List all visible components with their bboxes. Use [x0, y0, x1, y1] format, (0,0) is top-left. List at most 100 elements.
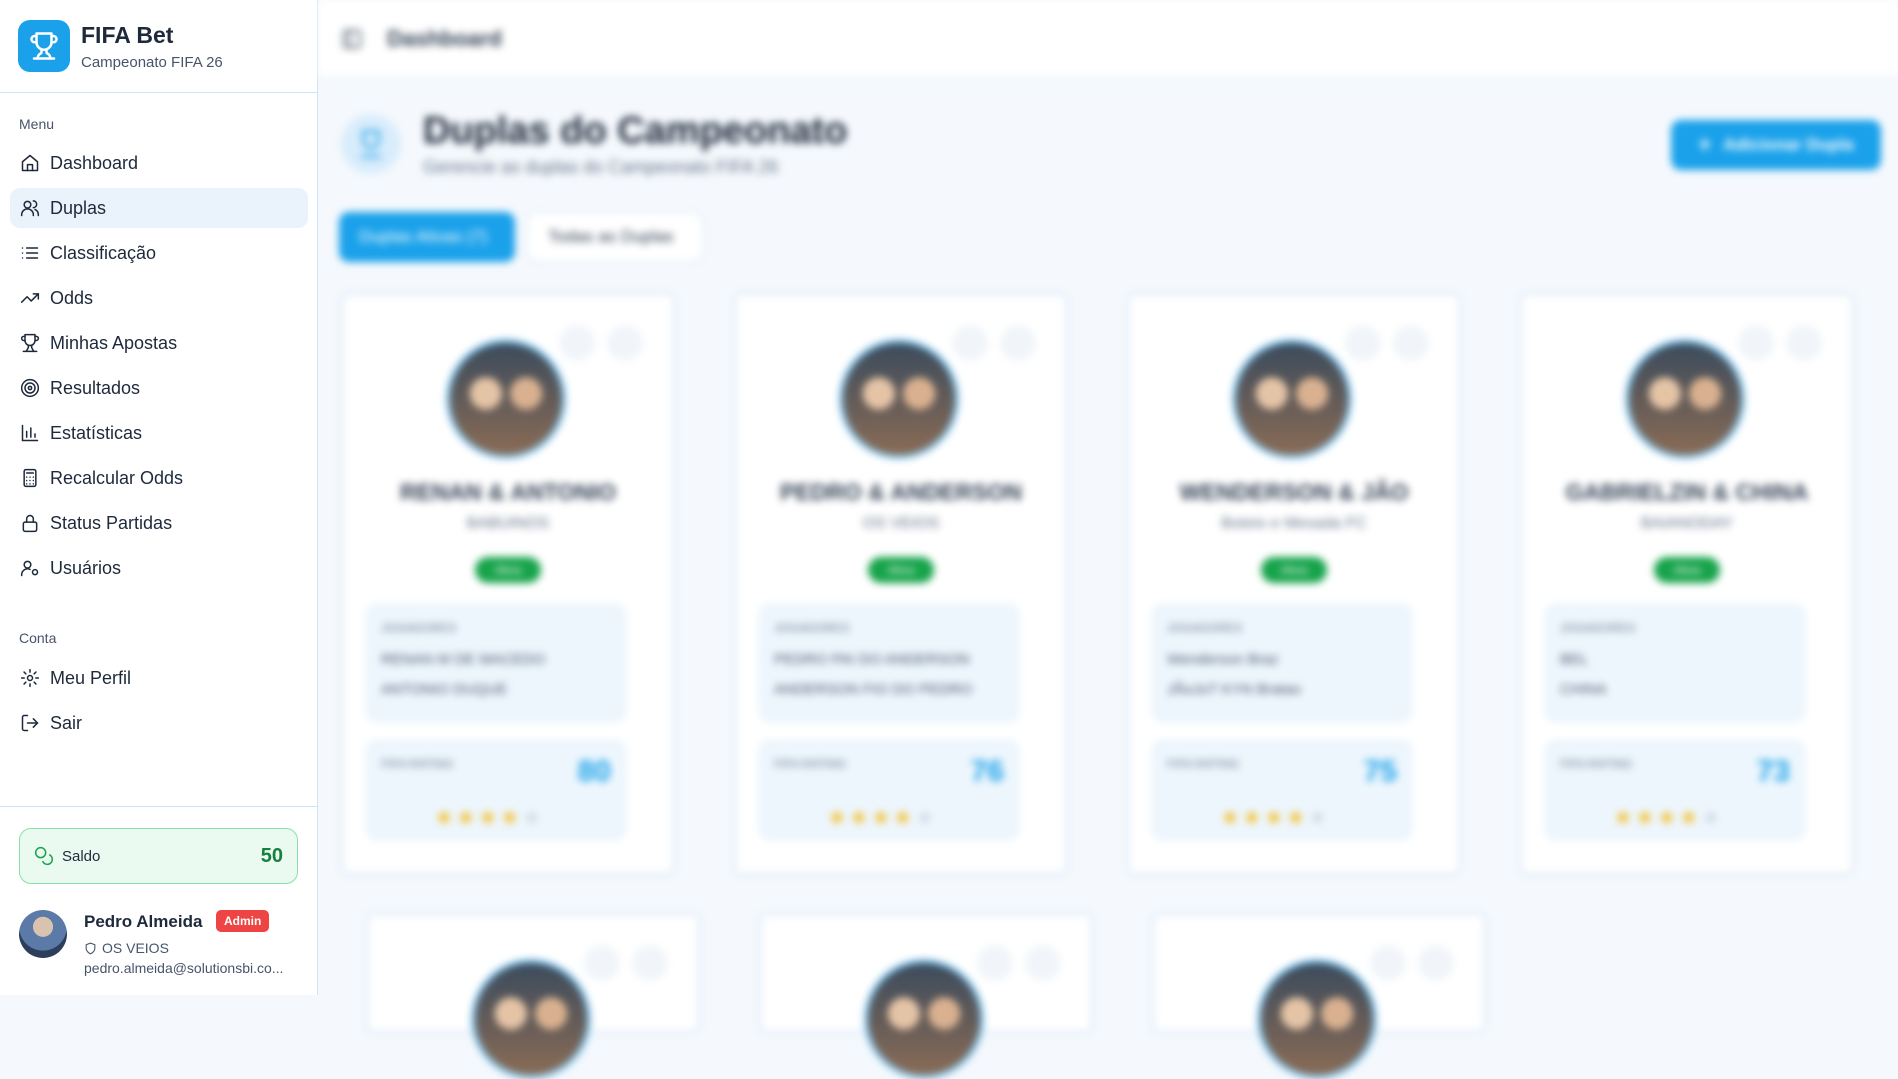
rating-value: 76: [970, 755, 1004, 788]
trash-icon[interactable]: [1393, 325, 1429, 361]
dupla-team: BAIANODAY: [1640, 515, 1734, 532]
dupla-photo: [446, 339, 566, 459]
gear-icon: [20, 668, 40, 688]
menu-section-label: Menu: [19, 116, 55, 132]
trash-icon[interactable]: [1418, 945, 1454, 981]
player-name: Wenderson Braz: [1167, 651, 1279, 668]
admin-badge: Admin: [216, 910, 270, 932]
sidebar-item-dashboard[interactable]: Dashboard: [10, 143, 308, 183]
list-icon: [21, 247, 39, 259]
sidebar: FIFA Bet Campeonato FIFA 26 Menu Dashboa…: [0, 0, 318, 995]
sidebar-footer-divider: [0, 806, 318, 807]
shield-icon: [85, 942, 96, 955]
brand: FIFA Bet Campeonato FIFA 26: [0, 0, 317, 93]
trash-icon[interactable]: [607, 325, 643, 361]
page-title: Duplas do Campeonato: [423, 110, 848, 152]
dupla-photo: [1257, 959, 1377, 1079]
user-profile[interactable]: Pedro Almeida Admin OS VEIOS pedro.almei…: [19, 910, 309, 986]
tab-duplas-ativas[interactable]: Duplas Ativas (7): [339, 212, 515, 262]
logout-icon: [21, 714, 39, 732]
edit-icon[interactable]: [584, 945, 620, 981]
players-label: JOGADORES: [381, 621, 457, 635]
dupla-photo: [864, 959, 984, 1079]
sidebar-item-label: Odds: [50, 287, 94, 308]
players-box: JOGADORES BEL CHINA: [1544, 603, 1806, 723]
edit-icon[interactable]: [1738, 325, 1774, 361]
player-name: RENAN M DE MACEDO: [381, 651, 546, 668]
sidebar-item-minhas-apostas[interactable]: Minhas Apostas: [10, 323, 308, 363]
page-header: Duplas do Campeonato Gerencie as duplas …: [341, 110, 847, 178]
user-team-label: OS VEIOS: [102, 940, 169, 956]
edit-icon[interactable]: [1345, 325, 1381, 361]
rating-value: 73: [1756, 755, 1790, 788]
sidebar-item-label: Resultados: [50, 377, 141, 398]
user-cog-icon: [20, 560, 39, 577]
sidebar-item-classificacao[interactable]: Classificação: [10, 233, 308, 273]
rating-label: FIFA RATING: [381, 757, 454, 771]
topbar: Dashboard: [319, 0, 1898, 78]
trending-up-icon: [20, 293, 40, 303]
trash-icon[interactable]: [1786, 325, 1822, 361]
star-rating: ★★★★★: [435, 807, 545, 829]
players-box: JOGADORES Wenderson Braz JÃoJoT KYN Brat…: [1151, 603, 1413, 723]
dupla-card: WENDERSON & JÃO Boteio e Mesada FC Ativa…: [1127, 293, 1461, 875]
status-badge: Ativa: [475, 557, 541, 583]
rating-value: 75: [1363, 755, 1397, 788]
rating-label: FIFA RATING: [774, 757, 847, 771]
sidebar-item-label: Usuários: [50, 557, 122, 578]
calculator-icon: [23, 468, 37, 488]
sidebar-item-odds[interactable]: Odds: [10, 278, 308, 318]
rating-label: FIFA RATING: [1560, 757, 1633, 771]
player-name: PEDRO PAI DO ANDERSON: [774, 651, 970, 668]
app-subtitle: Campeonato FIFA 26: [81, 53, 223, 71]
dupla-photo: [471, 959, 591, 1079]
sidebar-item-meu-perfil[interactable]: Meu Perfil: [10, 658, 308, 698]
sidebar-item-label: Classificação: [50, 242, 157, 263]
breadcrumb: Dashboard: [387, 25, 502, 51]
home-icon: [21, 154, 39, 172]
rating-box: FIFA RATING 73 ★★★★★: [1544, 739, 1806, 841]
sidebar-toggle-icon[interactable]: [341, 28, 363, 50]
user-name: Pedro Almeida: [84, 912, 203, 931]
sidebar-item-duplas[interactable]: Duplas: [10, 188, 308, 228]
sidebar-item-resultados[interactable]: Resultados: [10, 368, 308, 408]
sidebar-item-recalcular-odds[interactable]: Recalcular Odds: [10, 458, 308, 498]
sidebar-item-usuarios[interactable]: Usuários: [10, 548, 308, 588]
saldo-card: Saldo 50: [19, 828, 298, 884]
dupla-team: BABUINOS: [466, 515, 550, 532]
dupla-card: GABRIELZIN & CHINA BAIANODAY Ativa JOGAD…: [1520, 293, 1854, 875]
star-rating: ★★★★★: [828, 807, 938, 829]
app-title: FIFA Bet: [81, 21, 174, 48]
add-dupla-button[interactable]: + Adicionar Dupla: [1671, 120, 1881, 170]
rating-box: FIFA RATING 80 ★★★★★: [365, 739, 627, 841]
add-dupla-button-label: Adicionar Dupla: [1723, 135, 1854, 154]
sidebar-item-label: Recalcular Odds: [50, 467, 184, 488]
player-name: ANDERSON FIO DO PEDRO: [774, 681, 973, 698]
player-name: BEL: [1560, 651, 1589, 668]
trash-icon[interactable]: [1000, 325, 1036, 361]
star-rating: ★★★★★: [1614, 807, 1724, 829]
dupla-card: PEDRO & ANDERSON OS VEIOS Ativa JOGADORE…: [734, 293, 1068, 875]
trash-icon[interactable]: [1025, 945, 1061, 981]
edit-icon[interactable]: [952, 325, 988, 361]
sidebar-item-sair[interactable]: Sair: [10, 703, 308, 743]
saldo-label: Saldo: [62, 847, 101, 865]
dupla-name: PEDRO & ANDERSON: [780, 479, 1022, 505]
trash-icon[interactable]: [632, 945, 668, 981]
sidebar-item-estatisticas[interactable]: Estatísticas: [10, 413, 308, 453]
dupla-name: RENAN & ANTONIO: [400, 479, 616, 505]
edit-icon[interactable]: [559, 325, 595, 361]
player-name: ANTONIO DUQUE: [381, 681, 508, 698]
players-label: JOGADORES: [774, 621, 850, 635]
sidebar-item-status-partidas[interactable]: Status Partidas: [10, 503, 308, 543]
star-rating: ★★★★★: [1221, 807, 1331, 829]
rating-box: FIFA RATING 75 ★★★★★: [1151, 739, 1413, 841]
account-section-label: Conta: [19, 630, 57, 646]
tab-todas-duplas[interactable]: Todas as Duplas: [527, 212, 703, 262]
plus-icon: +: [1698, 132, 1712, 157]
sidebar-item-label: Sair: [50, 712, 83, 733]
edit-icon[interactable]: [1370, 945, 1406, 981]
sidebar-item-label: Status Partidas: [50, 512, 173, 533]
edit-icon[interactable]: [977, 945, 1013, 981]
sidebar-item-label: Estatísticas: [50, 422, 143, 443]
